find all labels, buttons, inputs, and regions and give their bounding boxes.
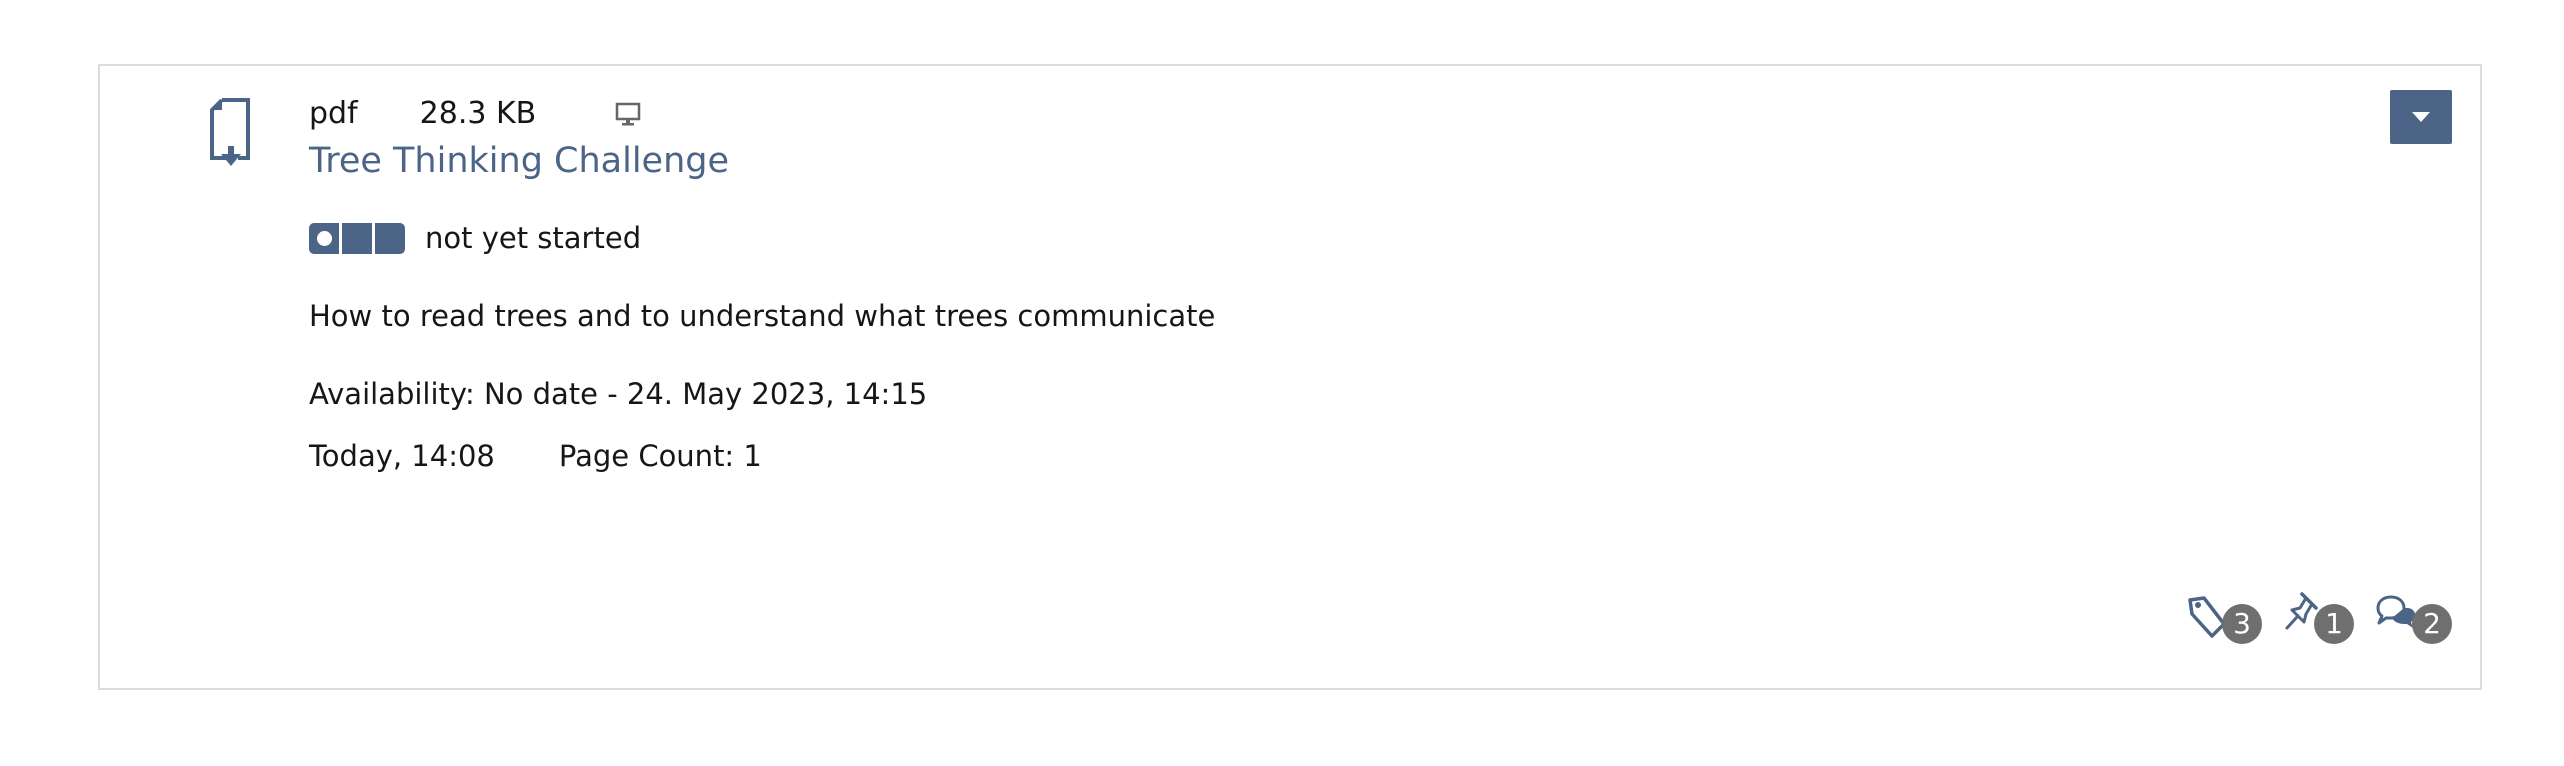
file-download-icon[interactable]	[208, 96, 256, 168]
comments-action[interactable]: 2	[2374, 592, 2452, 644]
progress-segment	[342, 222, 372, 254]
file-size: 28.3 KB	[419, 95, 537, 131]
progress-segment	[309, 222, 339, 254]
file-item-content: pdf 28.3 KB Tree Thinking Challenge not …	[309, 92, 2360, 476]
notes-action[interactable]: 1	[2282, 590, 2354, 644]
notes-count-badge: 1	[2314, 604, 2354, 644]
progress-indicator	[309, 222, 405, 254]
progress-segment	[375, 222, 405, 254]
file-item-card: pdf 28.3 KB Tree Thinking Challenge not …	[98, 64, 2482, 690]
file-meta-row: pdf 28.3 KB	[309, 92, 2360, 134]
tags-action[interactable]: 3	[2186, 594, 2262, 644]
item-description: How to read trees and to understand what…	[309, 299, 1216, 333]
item-title-link[interactable]: Tree Thinking Challenge	[309, 136, 2360, 186]
item-action-icons: 3 1 2	[2186, 590, 2452, 644]
last-update-date: Today, 14:08	[309, 439, 495, 473]
item-availability: Availability: No date - 24. May 2023, 14…	[309, 377, 928, 411]
page-count: Page Count: 1	[558, 439, 762, 473]
file-type: pdf	[309, 95, 358, 131]
learning-progress: not yet started	[309, 220, 2360, 256]
comments-count-badge: 2	[2412, 604, 2452, 644]
chevron-down-icon	[2412, 112, 2430, 122]
tags-count-badge: 3	[2222, 604, 2262, 644]
comment-icon	[2374, 592, 2418, 642]
progress-status: not yet started	[425, 221, 642, 255]
monitor-icon	[614, 100, 642, 126]
item-properties: Today, 14:08 Page Count: 1	[309, 436, 2360, 476]
actions-dropdown-button[interactable]	[2390, 90, 2452, 144]
